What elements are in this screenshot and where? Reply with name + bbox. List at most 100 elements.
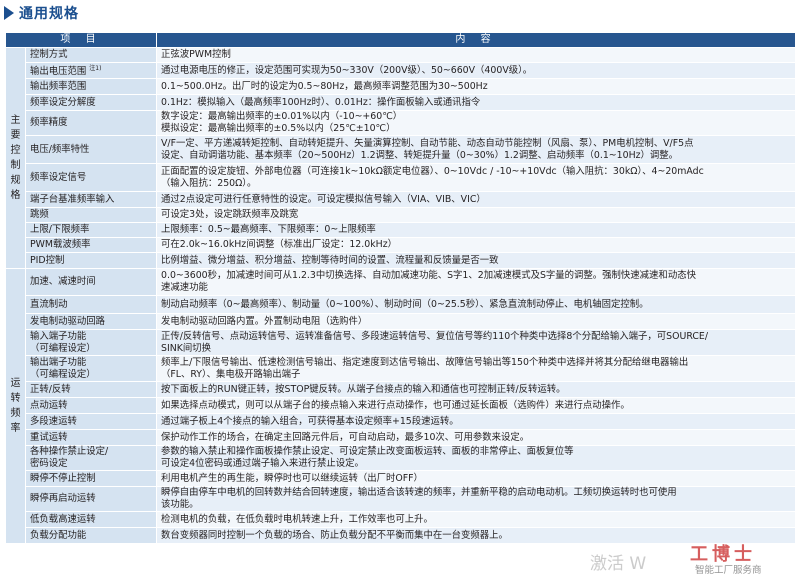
table-row: 直流制动 制动启动频率（0~最高频率）、制动量（0~100%）、制动时间（0~25… xyxy=(6,295,796,315)
triangle-bullet-icon xyxy=(4,6,14,20)
header-item: 项 目 xyxy=(5,32,157,48)
table-row: 多段速运转 通过端子板上4个接点的输入组合，可获得基本设定频率+15段速运转。 xyxy=(6,413,796,431)
content-cell: 频率上/下限信号输出、低速检测信号输出、指定速度到达信号输出、故障信号输出等15… xyxy=(156,355,796,383)
content-cell: 可设定3处，设定跳跃频率及跳宽 xyxy=(156,207,796,224)
footnote-marker: 注1) xyxy=(89,65,102,72)
table-row: 频率设定信号 正面配置的设定旋钮、外部电位器（可连接1k~10kΩ额定电位器）、0… xyxy=(6,163,796,193)
table-row: PWM载波频率 可在2.0k~16.0kHz间调整（标准出厂设定：12.0kHz） xyxy=(6,237,796,254)
item-cell: 负载分配功能 xyxy=(25,527,157,545)
table-row: 输出端子功能 （可编程设定） 频率上/下限信号输出、低速检测信号输出、指定速度到达信… xyxy=(6,355,796,383)
content-cell: 上限频率：0.5~最高频率、下限频率：0~上限频率 xyxy=(156,222,796,239)
item-cell: 点动运转 xyxy=(25,397,157,415)
item-label: 输入端子功能 xyxy=(30,330,87,342)
page-title: 通用规格 xyxy=(19,6,79,22)
content-cell: 如果选择点动模式，则可以从端子台的接点输入来进行点动操作，也可通过延长面板（选购… xyxy=(156,397,796,415)
item-label: （可编程设定） xyxy=(30,342,96,354)
content-cell: 可在2.0k~16.0kHz间调整（标准出厂设定：12.0kHz） xyxy=(156,237,796,254)
item-label: 输出端子功能 xyxy=(30,356,87,368)
item-cell: 发电制动驱动回路 xyxy=(25,313,157,331)
content-cell: 正传/反转信号、点动运转信号、运转准备信号、多段速运转信号、复位信号等约110个… xyxy=(156,329,796,357)
item-cell: 上限/下限频率 xyxy=(25,222,157,239)
table-row: 跳频 可设定3处，设定跳跃频率及跳宽 xyxy=(6,207,796,224)
content-cell: 制动启动频率（0~最高频率）、制动量（0~100%）、制动时间（0~25.5秒）… xyxy=(156,295,796,315)
table-row: 频率设定分解度 0.1Hz：模拟输入（最高频率100Hz时）、0.01Hz：操作面… xyxy=(6,94,796,112)
table-row: 瞬停再启动运转 瞬停自由停车中电机的回转数并结合回转速度，输出适合该转速的频率，并… xyxy=(6,486,796,513)
item-label: 加速、减速时间 xyxy=(30,276,96,288)
table-row: 输入端子功能 （可编程设定） 正传/反转信号、点动运转信号、运转准备信号、多段速运转… xyxy=(6,329,796,357)
item-label: 输出频率范围 xyxy=(30,80,87,92)
content-cell: 数字设定：最高输出频率的±0.01%以内（-10~+60℃） 模拟设定：最高输出频… xyxy=(156,110,796,137)
content-cell: 0.1Hz：模拟输入（最高频率100Hz时）、0.01Hz：操作面板输入或通讯指… xyxy=(156,94,796,112)
item-cell: 直流制动 xyxy=(25,295,157,315)
table-row: 主要控制规格控制方式 正弦波PWM控制 xyxy=(5,46,796,270)
item-cell: 瞬停不停止控制 xyxy=(25,470,157,488)
table-row: 频率精度 数字设定：最高输出频率的±0.01%以内（-10~+60℃） 模拟设定：最… xyxy=(6,110,796,137)
item-cell: PWM载波频率 xyxy=(25,237,157,254)
content-cell: 利用电机产生的再生能，瞬停时也可以继续运转（出厂时OFF） xyxy=(156,470,796,488)
table-row: 电压/频率特性 V/F一定、平方递减转矩控制、自动转矩提升、矢量演算控制、自动节能… xyxy=(6,135,796,165)
table-row: 发电制动驱动回路 发电制动驱动回路内置。外置制动电阻（选购件） xyxy=(6,313,796,331)
content-cell: 检测电机的负载，在低负载时电机转速上升，工作效率也可上升。 xyxy=(156,511,796,529)
table-row: 上限/下限频率 上限频率：0.5~最高频率、下限频率：0~上限频率 xyxy=(6,222,796,239)
item-label: 负载分配功能 xyxy=(30,529,87,541)
item-cell: 正转/反转 xyxy=(25,381,157,399)
category-run-frequency: 运转频率 xyxy=(5,268,26,545)
content-cell: 正面配置的设定旋钮、外部电位器（可连接1k~10kΩ额定电位器）、0~10Vdc… xyxy=(156,163,796,193)
item-label: 正转/反转 xyxy=(30,383,71,395)
item-label: 直流制动 xyxy=(30,298,68,310)
item-label: 瞬停再启动运转 xyxy=(30,493,96,505)
item-cell: 重试运转 xyxy=(25,429,157,447)
item-label: 电压/频率特性 xyxy=(30,143,90,155)
item-cell: 各种操作禁止设定/密码设定 xyxy=(25,445,157,472)
item-cell: 输出频率范围 xyxy=(25,78,157,96)
section-title: 通用规格 xyxy=(4,2,79,24)
content-cell: 正弦波PWM控制 xyxy=(156,47,796,63)
content-cell: 发电制动驱动回路内置。外置制动电阻（选购件） xyxy=(156,313,796,331)
spec-table: 项 目 内 容 主要控制规格控制方式 正弦波PWM控制 输出电压范围 注1) 通过电源电… xyxy=(5,32,796,545)
content-cell: 保护动作工作的场合，在确定主回路元件后，可自动启动，最多10次、可用参数来设定。 xyxy=(156,429,796,447)
item-label: PWM载波频率 xyxy=(30,239,91,251)
item-cell: 输入端子功能 （可编程设定） xyxy=(25,329,157,357)
content-cell: 瞬停自由停车中电机的回转数并结合回转速度，输出适合该转速的频率，并重新平稳的启动… xyxy=(156,486,796,513)
table-row: 重试运转 保护动作工作的场合，在确定主回路元件后，可自动启动，最多10次、可用参数… xyxy=(6,429,796,447)
item-cell: 输出端子功能 （可编程设定） xyxy=(25,355,157,383)
table-row: 低负载高速运转 检测电机的负载，在低负载时电机转速上升，工作效率也可上升。 xyxy=(6,511,796,529)
item-label: PID控制 xyxy=(30,254,65,266)
item-cell: 频率设定分解度 xyxy=(25,94,157,112)
item-cell: 控制方式 xyxy=(25,47,157,63)
item-cell: 频率精度 xyxy=(25,110,157,137)
header-content: 内 容 xyxy=(156,32,796,48)
item-cell: 输出电压范围 注1) xyxy=(25,61,157,80)
item-cell: 低负载高速运转 xyxy=(25,511,157,529)
content-cell: 通过端子板上4个接点的输入组合，可获得基本设定频率+15段速运转。 xyxy=(156,413,796,431)
table-row: 运转频率加速、减速时间 0.0~3600秒，加减速时间可从1.2.3中切换选择、自… xyxy=(5,268,796,545)
item-label: 跳频 xyxy=(30,209,49,221)
item-cell: 跳频 xyxy=(25,207,157,224)
item-label: 发电制动驱动回路 xyxy=(30,315,106,327)
item-label: 频率设定信号 xyxy=(30,171,87,183)
item-cell: 瞬停再启动运转 xyxy=(25,486,157,513)
table-row: 输出频率范围 0.1~500.0Hz。出厂时的设定为0.5~80Hz，最高频率调整… xyxy=(6,78,796,96)
item-label: 输出电压范围 注1) xyxy=(30,65,102,78)
table-row: 瞬停不停止控制 利用电机产生的再生能，瞬停时也可以继续运转（出厂时OFF） xyxy=(6,470,796,488)
table-row: 输出电压范围 注1) 通过电源电压的修正，设定范围可实现为50~330V（200V级… xyxy=(6,61,796,80)
table-row: 各种操作禁止设定/密码设定 参数的输入禁止和操作面板操作禁止设定、可设定禁止改变面… xyxy=(6,445,796,472)
item-cell: PID控制 xyxy=(25,252,157,270)
table-header-row: 项 目 内 容 xyxy=(5,32,796,48)
item-cell: 加速、减速时间 xyxy=(25,268,157,297)
item-label: 重试运转 xyxy=(30,431,68,443)
item-label: 上限/下限频率 xyxy=(30,224,90,236)
item-cell: 多段速运转 xyxy=(25,413,157,431)
item-label: 频率设定分解度 xyxy=(30,96,96,108)
item-label: 频率精度 xyxy=(30,117,68,129)
content-cell: 0.0~3600秒，加减速时间可从1.2.3中切换选择、自动加减速功能、S字1、… xyxy=(156,268,796,297)
table-row: 正转/反转 按下面板上的RUN键正转，按STOP键反转。从端子台接点的输入和通信也… xyxy=(6,381,796,399)
item-label: 点动运转 xyxy=(30,399,68,411)
content-cell: V/F一定、平方递减转矩控制、自动转矩提升、矢量演算控制、自动节能、动态自动节能… xyxy=(156,135,796,165)
item-label: 各种操作禁止设定/ xyxy=(30,446,109,458)
table-row: 点动运转 如果选择点动模式，则可以从端子台的接点输入来进行点动操作，也可通过延长面… xyxy=(6,397,796,415)
item-label: 瞬停不停止控制 xyxy=(30,472,96,484)
item-cell: 电压/频率特性 xyxy=(25,135,157,165)
item-label: 控制方式 xyxy=(30,49,68,60)
content-cell: 通过2点设定可进行任意特性的设定。可设定模拟信号输入（VIA、VIB、VIC） xyxy=(156,191,796,209)
